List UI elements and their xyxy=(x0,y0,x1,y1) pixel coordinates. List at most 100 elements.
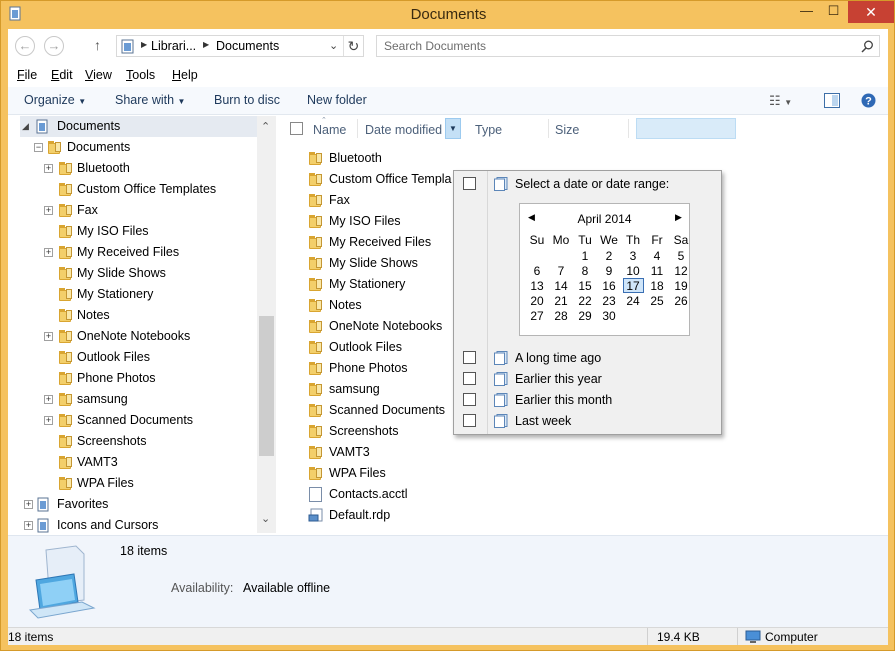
next-month-arrow-icon[interactable]: ▶ xyxy=(675,212,682,223)
date-option-checkbox[interactable] xyxy=(463,414,476,427)
calendar-day[interactable]: 18 xyxy=(646,279,668,293)
tree-item-documents-lib[interactable]: − Documents xyxy=(8,137,258,158)
menu-tools[interactable]: Tools xyxy=(126,68,155,82)
tree-item[interactable]: + Fax xyxy=(8,200,256,221)
breadcrumb-documents[interactable]: Documents xyxy=(216,39,279,53)
collapse-icon[interactable]: − xyxy=(34,143,43,152)
calendar-day[interactable]: 24 xyxy=(622,294,644,308)
tree-item[interactable]: Phone Photos xyxy=(8,368,256,389)
list-item[interactable]: OneNote Notebooks xyxy=(303,316,453,337)
up-arrow-icon[interactable]: ↑ xyxy=(94,37,101,53)
calendar-day[interactable]: 6 xyxy=(526,264,548,278)
tree-item-icons-cursors[interactable]: + Icons and Cursors xyxy=(8,515,258,536)
menu-view[interactable]: View xyxy=(85,68,112,82)
collapse-icon[interactable]: ◢ xyxy=(22,121,29,132)
list-item[interactable]: WPA Files xyxy=(303,463,453,484)
tree-item[interactable]: My Stationery xyxy=(8,284,256,305)
calendar-day[interactable]: 9 xyxy=(598,264,620,278)
view-options-icon[interactable]: ☷ ▼ xyxy=(769,93,792,109)
list-item[interactable]: VAMT3 xyxy=(303,442,453,463)
breadcrumb-libraries[interactable]: Librari... xyxy=(151,39,196,53)
date-option-label[interactable]: A long time ago xyxy=(515,351,601,365)
menu-file[interactable]: File xyxy=(17,68,37,82)
expand-icon[interactable]: + xyxy=(24,500,33,509)
tree-item[interactable]: Outlook Files xyxy=(8,347,256,368)
address-bar[interactable]: ▶ Librari... ▶ Documents ⌄ ↻ xyxy=(116,35,364,57)
date-option-label[interactable]: Last week xyxy=(515,414,571,428)
tree-item[interactable]: Notes xyxy=(8,305,256,326)
calendar-day[interactable]: 5 xyxy=(670,249,692,263)
calendar-day[interactable]: 7 xyxy=(550,264,572,278)
chevron-down-icon[interactable]: ⌄ xyxy=(261,512,270,525)
calendar-day[interactable]: 15 xyxy=(574,279,596,293)
calendar-day[interactable]: 11 xyxy=(646,264,668,278)
share-with-button[interactable]: Share with ▼ xyxy=(115,93,185,107)
tree-item[interactable]: VAMT3 xyxy=(8,452,256,473)
help-icon[interactable]: ? xyxy=(861,93,876,108)
calendar-day[interactable]: 13 xyxy=(526,279,548,293)
search-input[interactable]: Search Documents xyxy=(376,35,880,57)
column-name[interactable]: Name xyxy=(313,123,346,137)
chevron-up-icon[interactable]: ⌃ xyxy=(261,120,270,133)
calendar-day[interactable]: 2 xyxy=(598,249,620,263)
tree-item[interactable]: + OneNote Notebooks xyxy=(8,326,256,347)
column-size[interactable]: Size xyxy=(555,123,579,137)
maximize-button[interactable]: ☐ xyxy=(820,1,847,23)
calendar-day[interactable]: 8 xyxy=(574,264,596,278)
list-item[interactable]: Notes xyxy=(303,295,453,316)
date-option-checkbox[interactable] xyxy=(463,351,476,364)
date-option-checkbox[interactable] xyxy=(463,372,476,385)
list-item[interactable]: My Received Files xyxy=(303,232,453,253)
expand-icon[interactable]: + xyxy=(44,248,53,257)
refresh-icon[interactable]: ↻ xyxy=(343,36,363,56)
list-item[interactable]: My Slide Shows xyxy=(303,253,453,274)
list-item[interactable]: Custom Office Templa xyxy=(303,169,453,190)
calendar-day[interactable]: 29 xyxy=(574,309,596,323)
expand-icon[interactable]: + xyxy=(44,416,53,425)
list-item[interactable]: Bluetooth xyxy=(303,148,453,169)
calendar-day[interactable]: 14 xyxy=(550,279,572,293)
calendar-day[interactable]: 21 xyxy=(550,294,572,308)
tree-item[interactable]: My ISO Files xyxy=(8,221,256,242)
date-option-label[interactable]: Earlier this month xyxy=(515,393,612,407)
organize-button[interactable]: Organize ▼ xyxy=(24,93,86,107)
date-option-label[interactable]: Earlier this year xyxy=(515,372,602,386)
menu-edit[interactable]: Edit xyxy=(51,68,73,82)
list-item[interactable]: Screenshots xyxy=(303,421,453,442)
select-all-checkbox[interactable] xyxy=(290,122,303,135)
tree-item[interactable]: My Slide Shows xyxy=(8,263,256,284)
minimize-button[interactable]: — xyxy=(793,1,820,23)
calendar-day[interactable]: 10 xyxy=(622,264,644,278)
calendar-day[interactable]: 27 xyxy=(526,309,548,323)
calendar-day[interactable]: 17 xyxy=(622,279,644,293)
tree-item[interactable]: + My Received Files xyxy=(8,242,256,263)
list-item[interactable]: My ISO Files xyxy=(303,211,453,232)
calendar-day[interactable]: 23 xyxy=(598,294,620,308)
search-icon[interactable] xyxy=(861,40,874,53)
list-item[interactable]: Default.rdp xyxy=(303,505,453,526)
calendar-day[interactable]: 30 xyxy=(598,309,620,323)
select-range-checkbox[interactable] xyxy=(463,177,476,190)
expand-icon[interactable]: + xyxy=(44,206,53,215)
tree-scrollbar[interactable]: ⌃ ⌄ xyxy=(257,116,276,533)
burn-to-disc-button[interactable]: Burn to disc xyxy=(214,93,280,107)
tree-item-favorites[interactable]: + Favorites xyxy=(8,494,258,515)
expand-icon[interactable]: + xyxy=(44,395,53,404)
tree-item[interactable]: + Bluetooth xyxy=(8,158,256,179)
tree-item[interactable]: Custom Office Templates xyxy=(8,179,256,200)
list-item[interactable]: Contacts.acctl xyxy=(303,484,453,505)
list-item[interactable]: Fax xyxy=(303,190,453,211)
menu-help[interactable]: Help xyxy=(172,68,198,82)
calendar-day[interactable]: 3 xyxy=(622,249,644,263)
tree-item[interactable]: Screenshots xyxy=(8,431,256,452)
expand-icon[interactable]: + xyxy=(44,332,53,341)
list-item[interactable]: My Stationery xyxy=(303,274,453,295)
back-button[interactable]: ← xyxy=(15,36,35,56)
date-filter-dropdown[interactable]: ▼ xyxy=(445,118,461,139)
list-item[interactable]: Outlook Files xyxy=(303,337,453,358)
column-date-modified[interactable] xyxy=(636,118,736,139)
calendar-day[interactable]: 26 xyxy=(670,294,692,308)
calendar-day[interactable]: 4 xyxy=(646,249,668,263)
date-option-checkbox[interactable] xyxy=(463,393,476,406)
expand-icon[interactable]: + xyxy=(44,164,53,173)
